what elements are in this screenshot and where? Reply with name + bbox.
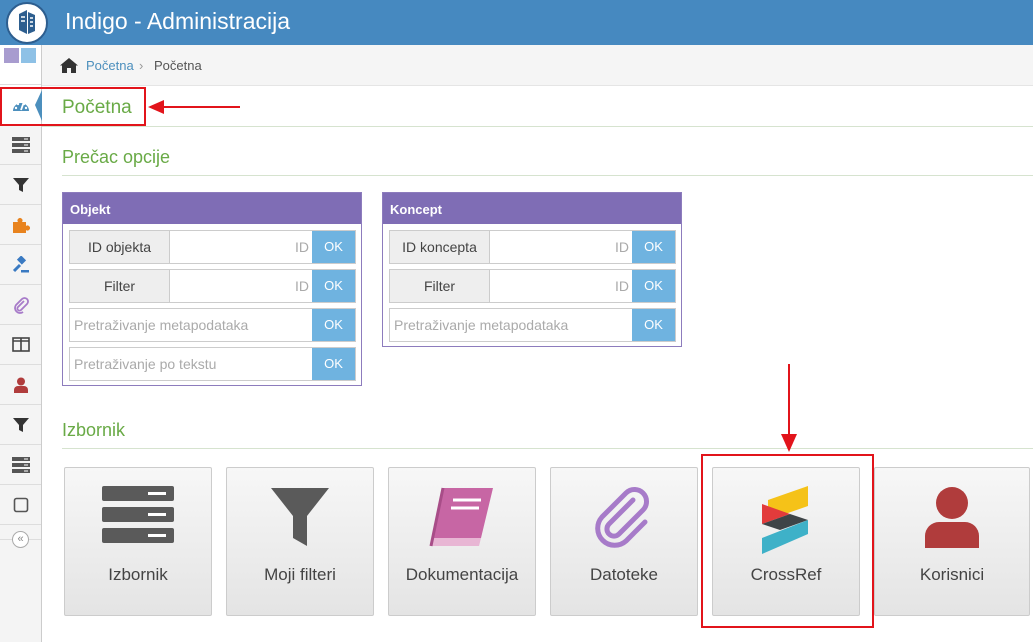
object-widget: Objekt ID objekta OK Filter OK OK OK xyxy=(62,192,362,386)
page-title-divider xyxy=(42,126,1033,127)
concept-id-row: ID koncepta OK xyxy=(389,230,676,264)
shortcuts-heading: Prečac opcije xyxy=(62,147,171,167)
filter-icon xyxy=(12,177,29,192)
object-metadata-ok-button[interactable]: OK xyxy=(312,309,355,341)
columns-icon xyxy=(11,337,30,352)
filter-icon xyxy=(271,488,329,546)
object-filter-label: Filter xyxy=(70,270,170,302)
book-icon xyxy=(429,487,493,547)
menu-heading: Izbornik xyxy=(62,420,126,440)
sidebar-item-users[interactable] xyxy=(0,365,41,405)
tile-label: Datoteke xyxy=(589,565,659,584)
sidebar-item-menu[interactable] xyxy=(0,125,41,165)
breadcrumb: Početna › Početna xyxy=(42,45,1033,86)
annotation-box-page-title xyxy=(0,87,146,126)
shortcuts-divider xyxy=(62,175,1033,176)
object-id-input[interactable] xyxy=(171,231,313,263)
square-icon xyxy=(13,497,28,512)
top-bar: Indigo - Administracija xyxy=(0,0,1033,45)
gavel-icon xyxy=(12,255,29,272)
sidebar-item-files[interactable] xyxy=(0,285,41,325)
concept-metadata-search-row: OK xyxy=(389,308,676,342)
concept-filter-row: Filter OK xyxy=(389,269,676,303)
shortcut-square-blue[interactable] xyxy=(21,48,36,63)
breadcrumb-home-link[interactable]: Početna xyxy=(86,58,134,73)
tile-datoteke[interactable]: Datoteke xyxy=(550,467,698,616)
sidebar-item-menu-2[interactable] xyxy=(0,445,41,485)
sidebar-item-filters-2[interactable] xyxy=(0,405,41,445)
shortcut-square-purple[interactable] xyxy=(4,48,19,63)
object-id-label: ID objekta xyxy=(70,231,170,263)
sidebar-collapse-button[interactable]: « xyxy=(12,531,29,548)
object-text-search-row: OK xyxy=(69,347,356,381)
user-icon xyxy=(925,487,979,548)
sidebar-item-filters[interactable] xyxy=(0,165,41,205)
concept-filter-ok-button[interactable]: OK xyxy=(632,270,675,302)
concept-id-ok-button[interactable]: OK xyxy=(632,231,675,263)
sidebar-item-layout[interactable] xyxy=(0,325,41,365)
concept-filter-input[interactable] xyxy=(491,270,633,302)
puzzle-icon xyxy=(12,217,30,233)
object-metadata-search-input[interactable] xyxy=(74,309,310,341)
sidebar: « xyxy=(0,45,42,642)
tile-dokumentacija[interactable]: Dokumentacija xyxy=(388,467,536,616)
sidebar-item-tools[interactable] xyxy=(0,245,41,285)
object-text-search-input[interactable] xyxy=(74,348,310,380)
tile-label: Izbornik xyxy=(108,565,168,584)
concept-id-input[interactable] xyxy=(491,231,633,263)
paperclip-icon xyxy=(595,487,649,548)
paperclip-icon xyxy=(13,296,29,314)
user-icon xyxy=(13,377,28,393)
app-title: Indigo - Administracija xyxy=(65,8,290,34)
concept-widget: Koncept ID koncepta OK Filter OK OK xyxy=(382,192,682,347)
home-icon[interactable] xyxy=(60,57,78,73)
tile-label: Korisnici xyxy=(919,565,985,584)
menu-divider xyxy=(62,448,1033,449)
concept-widget-title: Koncept xyxy=(383,193,681,224)
tile-label: Moji filteri xyxy=(264,565,336,584)
object-id-row: ID objekta OK xyxy=(69,230,356,264)
app-logo[interactable] xyxy=(6,2,48,44)
filter-icon xyxy=(12,417,29,432)
breadcrumb-current: Početna xyxy=(154,58,202,73)
sidebar-shortcuts xyxy=(0,45,41,85)
tile-moji-filteri[interactable]: Moji filteri xyxy=(226,467,374,616)
object-text-ok-button[interactable]: OK xyxy=(312,348,355,380)
object-id-ok-button[interactable]: OK xyxy=(312,231,355,263)
concept-id-label: ID koncepta xyxy=(390,231,490,263)
object-widget-title: Objekt xyxy=(63,193,361,224)
object-metadata-search-row: OK xyxy=(69,308,356,342)
tile-label: Dokumentacija xyxy=(405,565,519,584)
object-filter-input[interactable] xyxy=(171,270,313,302)
annotation-box-crossref xyxy=(701,454,874,628)
sidebar-item-square[interactable] xyxy=(0,485,41,525)
sidebar-item-plugins[interactable] xyxy=(0,205,41,245)
object-filter-row: Filter OK xyxy=(69,269,356,303)
server-icon xyxy=(11,136,30,153)
server-icon xyxy=(102,486,174,543)
concept-metadata-ok-button[interactable]: OK xyxy=(632,309,675,341)
tile-korisnici[interactable]: Korisnici xyxy=(874,467,1030,616)
breadcrumb-separator: › xyxy=(139,58,144,73)
tile-izbornik[interactable]: Izbornik xyxy=(64,467,212,616)
server-icon xyxy=(11,456,30,473)
concept-metadata-search-input[interactable] xyxy=(394,309,630,341)
object-filter-ok-button[interactable]: OK xyxy=(312,270,355,302)
concept-filter-label: Filter xyxy=(390,270,490,302)
